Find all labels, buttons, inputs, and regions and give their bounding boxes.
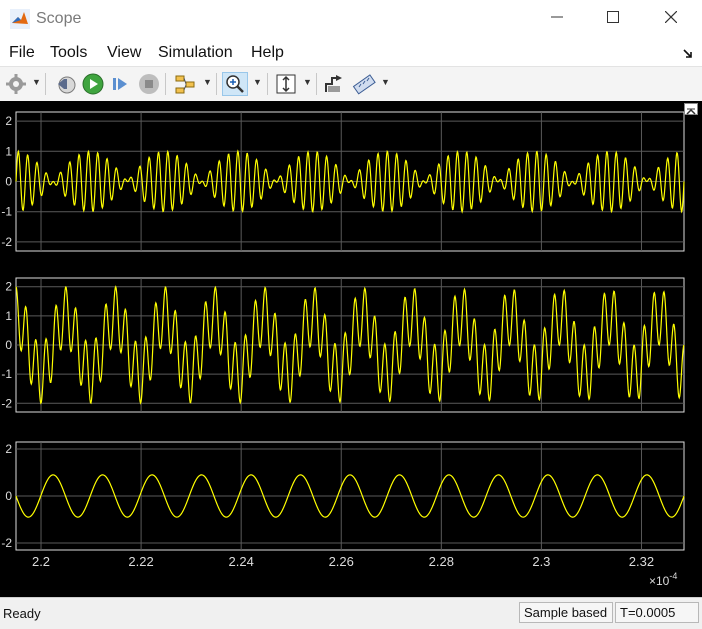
x-tick-label: 2.2 (32, 554, 50, 569)
close-icon (664, 10, 678, 24)
maximize-button[interactable] (590, 4, 636, 34)
y-tick-label: -1 (1, 367, 12, 381)
y-tick-label: -1 (1, 205, 12, 219)
status-bar: Ready Sample based T=0.0005 (0, 597, 702, 629)
x-tick-label: 2.32 (629, 554, 654, 569)
simulation-time-field: T=0.0005 (615, 602, 699, 623)
step-forward-icon[interactable] (108, 72, 132, 96)
minimize-icon (551, 16, 563, 18)
step-back-icon[interactable] (54, 72, 78, 96)
y-tick-label: -2 (1, 235, 12, 249)
sample-mode-field: Sample based (519, 602, 613, 623)
signal-selector-dropdown-icon[interactable]: ▼ (203, 77, 212, 87)
fit-axes-dropdown-icon[interactable]: ▼ (303, 77, 312, 87)
minimize-button[interactable] (534, 4, 580, 34)
y-tick-label: 0 (5, 338, 12, 352)
x-tick-label: 2.24 (229, 554, 254, 569)
x-tick-label: 2.26 (329, 554, 354, 569)
axes-1[interactable]: 2 1 0 -1 -2 (1, 111, 685, 252)
close-button[interactable] (648, 4, 694, 34)
toolbar: ▼ ▼ ▼ ▼ ▼ (0, 66, 702, 102)
y-tick-label: 2 (5, 114, 12, 128)
matlab-logo-icon (10, 9, 30, 29)
status-text: Ready (3, 606, 41, 621)
zoom-dropdown-icon[interactable]: ▼ (253, 77, 262, 87)
y-tick-label: -2 (1, 396, 12, 410)
y-tick-label: 0 (5, 175, 12, 189)
fit-axes-icon[interactable] (274, 72, 298, 96)
settings-dropdown-icon[interactable]: ▼ (32, 77, 41, 87)
toolbar-separator (316, 73, 317, 95)
window-title: Scope (36, 10, 82, 27)
axes-2[interactable]: 2 1 0 -1 -2 (1, 277, 685, 413)
menu-tools[interactable]: Tools (50, 44, 87, 62)
scope-plots: 2 1 0 -1 -2 2 1 0 -1 -2 2 0 -2 2.2 2.22 2.24 2.26 2.28… (1, 111, 685, 588)
zoom-in-button[interactable] (222, 72, 248, 96)
toolbar-separator (45, 73, 46, 95)
toolbar-separator (216, 73, 217, 95)
run-icon[interactable] (81, 72, 105, 96)
toolbar-separator (267, 73, 268, 95)
measurements-dropdown-icon[interactable]: ▼ (381, 77, 390, 87)
maximize-icon (607, 11, 619, 23)
x-tick-label: 2.3 (532, 554, 550, 569)
scope-display[interactable]: 2 1 0 -1 -2 2 1 0 -1 -2 2 0 -2 2.2 2.22 2.24 2.26 2.28… (0, 101, 702, 597)
menu-bar: File Tools View Simulation Help (0, 38, 702, 66)
menu-simulation[interactable]: Simulation (158, 44, 233, 62)
y-tick-label: 2 (5, 280, 12, 294)
x-axis-exponent: ×10-4 (649, 571, 677, 588)
title-bar: Scope (0, 0, 702, 39)
menu-file[interactable]: File (9, 44, 35, 62)
menu-view[interactable]: View (107, 44, 141, 62)
x-tick-label: 2.22 (128, 554, 153, 569)
menu-help[interactable]: Help (251, 44, 284, 62)
y-tick-label: -2 (1, 536, 12, 550)
maximize-axes-button[interactable] (684, 103, 698, 115)
triggers-icon[interactable] (322, 72, 346, 96)
measurements-icon[interactable] (352, 72, 376, 96)
zoom-in-icon (226, 75, 244, 93)
signal-selector-icon[interactable] (173, 72, 197, 96)
gear-icon[interactable] (4, 72, 28, 96)
x-tick-label: 2.28 (429, 554, 454, 569)
toolbar-separator (165, 73, 166, 95)
y-tick-label: 1 (5, 309, 12, 323)
x-axis-ticks: 2.2 2.22 2.24 2.26 2.28 2.3 2.32 (32, 554, 654, 569)
maximize-axes-icon (686, 108, 696, 115)
axes-3[interactable]: 2 0 -2 (1, 441, 685, 551)
y-tick-label: 0 (5, 489, 12, 503)
stop-icon[interactable] (137, 72, 161, 96)
y-tick-label: 2 (5, 442, 12, 456)
y-tick-label: 1 (5, 144, 12, 158)
undock-arrow-icon[interactable] (682, 48, 694, 60)
